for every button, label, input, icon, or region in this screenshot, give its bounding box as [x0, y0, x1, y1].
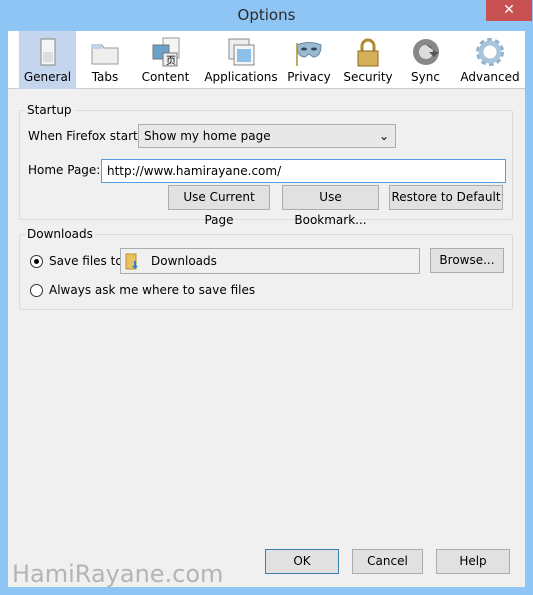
downloads-folder-icon [125, 253, 138, 270]
tab-label: General [23, 70, 72, 84]
tab-advanced[interactable]: Advanced [458, 31, 522, 89]
tab-label: Applications [204, 70, 278, 84]
light-switch-icon [40, 38, 55, 66]
content-pictures-icon: 页 [152, 37, 179, 67]
svg-text:页: 页 [166, 55, 176, 67]
ok-button[interactable]: OK [265, 549, 339, 574]
padlock-icon [357, 38, 379, 67]
mask-icon [296, 42, 322, 66]
tab-label: Content [141, 70, 190, 84]
applications-window-icon [228, 38, 255, 66]
tab-label: Security [343, 70, 393, 84]
when-starts-label: When Firefox starts: [28, 129, 149, 143]
startup-legend: Startup [25, 103, 74, 117]
select-value: Show my home page [144, 129, 271, 143]
folder-name: Downloads [151, 254, 217, 268]
tab-privacy[interactable]: Privacy [285, 31, 333, 89]
browse-button[interactable]: Browse... [430, 248, 504, 273]
use-current-page-button[interactable]: Use Current Page [168, 185, 270, 227]
tab-security[interactable]: Security [341, 31, 395, 89]
tab-label: Sync [411, 70, 440, 84]
watermark: HamiRayane.com [12, 560, 224, 588]
home-page-label: Home Page: [28, 163, 101, 177]
options-dialog: General Tabs 页 Content Applications Priv… [8, 31, 525, 587]
use-bookmark-button[interactable]: Use Bookmark... [282, 185, 379, 227]
help-button[interactable]: Help [436, 549, 510, 574]
downloads-legend: Downloads [25, 227, 95, 241]
tab-general[interactable]: General [19, 31, 76, 89]
home-page-input[interactable] [101, 159, 506, 183]
cancel-button[interactable]: Cancel [352, 549, 423, 574]
tab-content[interactable]: 页 Content [138, 31, 193, 89]
window-title: Options [237, 6, 296, 24]
chevron-down-icon: ⌄ [378, 129, 389, 143]
save-files-label[interactable]: Save files to [49, 254, 123, 268]
tabs-folder-icon [91, 44, 119, 65]
close-icon: ✕ [503, 2, 515, 18]
close-button[interactable]: ✕ [486, 0, 532, 21]
always-ask-label[interactable]: Always ask me where to save files [49, 283, 255, 297]
tab-label: Advanced [460, 70, 520, 84]
tab-label: Tabs [91, 70, 119, 84]
download-folder-field: Downloads [120, 248, 420, 274]
tab-applications[interactable]: Applications [201, 31, 281, 89]
gear-icon [476, 38, 504, 66]
tab-sync[interactable]: Sync [403, 31, 448, 89]
tab-tabs[interactable]: Tabs [80, 31, 130, 89]
sync-arrows-icon [412, 39, 439, 65]
save-files-radio[interactable] [30, 255, 43, 268]
always-ask-radio[interactable] [30, 284, 43, 297]
tab-label: Privacy [287, 70, 331, 84]
category-toolbar: General Tabs 页 Content Applications Priv… [8, 31, 525, 89]
when-starts-select[interactable]: Show my home page ⌄ [138, 124, 396, 148]
restore-default-button[interactable]: Restore to Default [389, 185, 503, 210]
